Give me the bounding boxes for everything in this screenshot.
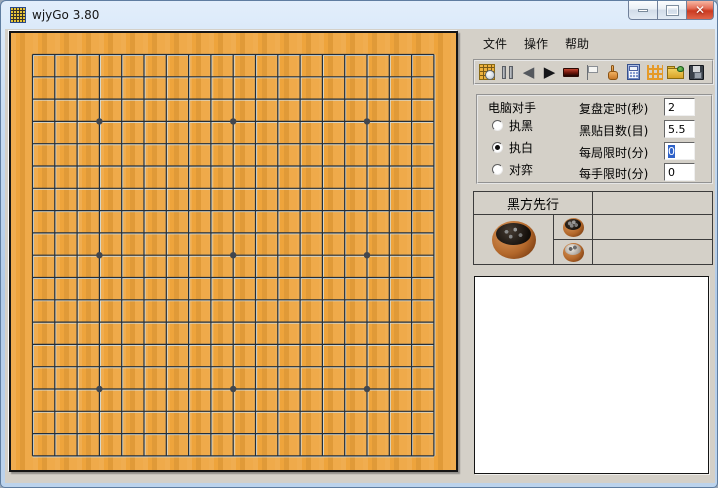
board-clock-icon bbox=[479, 64, 495, 80]
window-controls: ✕ bbox=[628, 1, 714, 20]
radio-play-white-label: 执白 bbox=[509, 139, 533, 156]
count-button[interactable] bbox=[623, 62, 644, 83]
board-grid bbox=[11, 33, 456, 470]
computer-opponent-label: 电脑对手 bbox=[488, 99, 536, 116]
stop-bar-icon bbox=[563, 68, 579, 77]
radio-play-white[interactable]: 执白 bbox=[492, 139, 533, 155]
replay-timer-label: 复盘定时(秒) bbox=[579, 100, 648, 117]
board-view-button[interactable] bbox=[644, 62, 665, 83]
minimize-icon bbox=[638, 9, 648, 12]
move-time-limit-input[interactable]: 0 bbox=[664, 163, 695, 181]
move-list[interactable] bbox=[474, 276, 709, 474]
toolbar: ◀ ▶ bbox=[473, 59, 714, 85]
flag-icon bbox=[585, 65, 599, 80]
calculator-icon bbox=[627, 64, 640, 80]
settings-group: 电脑对手 执黑 执白 对弈 复盘定时(秒) 黑贴目数(目) 每局限时(分) 每手… bbox=[476, 94, 713, 184]
status-table: 黑方先行 bbox=[473, 191, 713, 265]
pause-icon bbox=[502, 66, 513, 79]
black-bowl-cell bbox=[554, 215, 593, 240]
hand-icon bbox=[607, 65, 619, 80]
floppy-disk-icon bbox=[689, 65, 704, 80]
new-game-button[interactable] bbox=[476, 62, 497, 83]
black-stones-bowl-large bbox=[492, 221, 536, 259]
stop-button[interactable] bbox=[560, 62, 581, 83]
right-triangle-icon: ▶ bbox=[544, 65, 556, 80]
menu-help[interactable]: 帮助 bbox=[565, 35, 589, 52]
status-empty-cell bbox=[593, 240, 712, 264]
step-forward-button[interactable]: ▶ bbox=[539, 62, 560, 83]
radio-play-both[interactable]: 对弈 bbox=[492, 161, 533, 177]
step-back-button[interactable]: ◀ bbox=[518, 62, 539, 83]
white-bowl-cell bbox=[554, 240, 593, 264]
menu-bar: 文件 操作 帮助 bbox=[483, 35, 589, 52]
pause-button[interactable] bbox=[497, 62, 518, 83]
client-area: 文件 操作 帮助 ◀ ▶ 电脑对手 执黑 bbox=[5, 29, 715, 483]
radio-play-white-circle[interactable] bbox=[492, 142, 503, 153]
resign-button[interactable] bbox=[602, 62, 623, 83]
komi-input[interactable]: 5.5 bbox=[664, 120, 695, 138]
status-empty-cell bbox=[593, 215, 712, 240]
white-stones-bowl-small bbox=[563, 243, 584, 262]
close-icon: ✕ bbox=[695, 4, 705, 16]
status-empty-cell bbox=[593, 192, 712, 215]
radio-play-both-label: 对弈 bbox=[509, 161, 533, 178]
move-time-limit-label: 每手限时(分) bbox=[579, 165, 648, 182]
go-board[interactable] bbox=[9, 31, 458, 472]
menu-file[interactable]: 文件 bbox=[483, 35, 507, 52]
menu-operation[interactable]: 操作 bbox=[524, 35, 548, 52]
app-window: wjyGo 3.80 ✕ 文件 操作 帮助 ◀ ▶ bbox=[0, 0, 718, 488]
open-folder-icon bbox=[667, 66, 684, 79]
radio-play-black-circle[interactable] bbox=[492, 120, 503, 131]
close-button[interactable]: ✕ bbox=[686, 1, 714, 20]
maximize-button[interactable] bbox=[657, 1, 687, 20]
black-stones-bowl-small bbox=[563, 218, 584, 237]
window-title: wjyGo 3.80 bbox=[32, 8, 99, 22]
radio-play-black-label: 执黑 bbox=[509, 117, 533, 134]
game-time-limit-label: 每局限时(分) bbox=[579, 144, 648, 161]
replay-timer-input[interactable]: 2 bbox=[664, 98, 695, 116]
grid-icon bbox=[647, 65, 663, 80]
maximize-icon bbox=[667, 6, 678, 15]
radio-play-black[interactable]: 执黑 bbox=[492, 117, 533, 133]
go-board-icon bbox=[10, 7, 26, 23]
game-time-limit-input[interactable]: 0 bbox=[664, 142, 695, 160]
pass-button[interactable] bbox=[581, 62, 602, 83]
turn-indicator: 黑方先行 bbox=[474, 192, 593, 215]
minimize-button[interactable] bbox=[628, 1, 658, 20]
radio-play-both-circle[interactable] bbox=[492, 164, 503, 175]
komi-label: 黑贴目数(目) bbox=[579, 122, 648, 139]
open-button[interactable] bbox=[665, 62, 686, 83]
left-triangle-icon: ◀ bbox=[523, 65, 535, 80]
save-button[interactable] bbox=[686, 62, 707, 83]
title-bar[interactable]: wjyGo 3.80 ✕ bbox=[1, 1, 717, 29]
captured-stones-cell bbox=[474, 215, 554, 264]
